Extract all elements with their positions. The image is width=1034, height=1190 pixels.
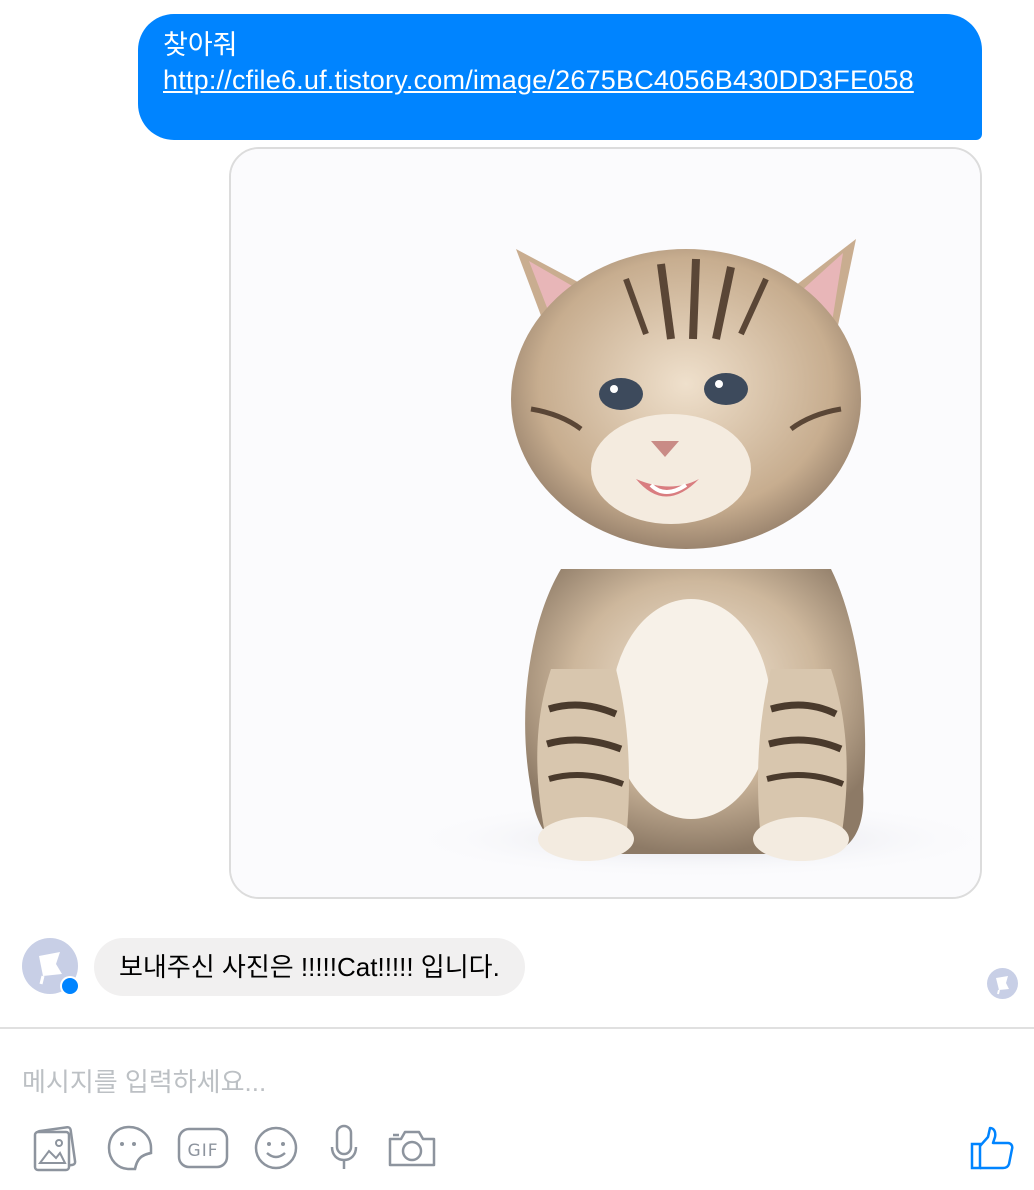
thumbs-up-icon (970, 1126, 1014, 1170)
sticker-button[interactable] (104, 1120, 154, 1176)
incoming-message-bubble[interactable]: 보내주신 사진은 !!!!!Cat!!!!! 입니다. (94, 938, 525, 996)
emoji-button[interactable] (252, 1120, 300, 1176)
outgoing-message-text: 찾아줘 (163, 30, 238, 60)
gif-icon: GIF (177, 1127, 229, 1169)
message-link[interactable]: http://cfile6.uf.tistory.com/image/2675B… (163, 63, 958, 98)
outgoing-message-bubble[interactable]: 찾아줘 http://cfile6.uf.tistory.com/image/2… (138, 14, 982, 140)
camera-button[interactable] (386, 1120, 438, 1176)
composer-divider (0, 1027, 1034, 1029)
emoji-icon (254, 1126, 298, 1170)
photo-icon (33, 1125, 77, 1172)
bot-avatar[interactable] (22, 938, 80, 996)
messenger-badge (60, 976, 80, 996)
gif-button[interactable]: GIF (176, 1120, 230, 1176)
camera-icon (388, 1130, 436, 1167)
kitten-image (231, 149, 980, 897)
sticker-icon (107, 1125, 153, 1171)
image-attachment[interactable] (229, 147, 982, 899)
microphone-icon (330, 1124, 358, 1169)
conversation-thread: 찾아줘 http://cfile6.uf.tistory.com/image/2… (0, 0, 1034, 1028)
svg-text:GIF: GIF (188, 1141, 219, 1161)
photo-button[interactable] (30, 1120, 80, 1176)
seen-avatar-icon (987, 968, 1018, 999)
message-input[interactable] (22, 1062, 922, 1102)
voice-button[interactable] (326, 1120, 362, 1176)
like-button[interactable] (968, 1120, 1016, 1176)
